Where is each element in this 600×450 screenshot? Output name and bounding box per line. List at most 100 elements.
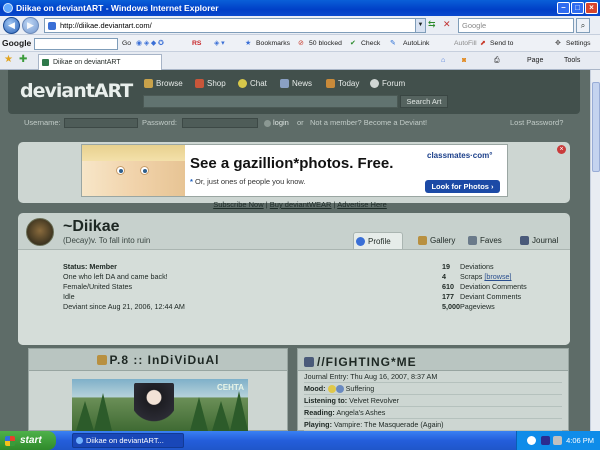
tray-app-icon[interactable] (541, 436, 550, 445)
go-arrows-icon[interactable]: ⇆ (428, 19, 436, 30)
shop-icon (195, 79, 204, 89)
add-favorites-icon[interactable]: ✚ (19, 54, 27, 65)
tab-journal[interactable]: Journal (518, 232, 558, 249)
back-button[interactable]: ◀ (3, 17, 20, 34)
vertical-scrollbar[interactable] (590, 70, 600, 431)
tab-profile[interactable]: Profile (353, 232, 403, 249)
toolbar-icons-2[interactable]: ◈ ▾ (214, 35, 225, 52)
advertise-link[interactable]: Advertise Here (337, 200, 387, 209)
autolink-button[interactable]: AutoLink (403, 35, 429, 52)
rs-button[interactable]: RS (192, 35, 201, 52)
print-icon[interactable]: ⎙ (494, 52, 500, 70)
maximize-button[interactable]: □ (571, 2, 584, 14)
username-field[interactable] (64, 118, 138, 128)
nav-browse[interactable]: Browse (144, 79, 183, 89)
deviantart-logo[interactable]: deviantART (20, 80, 133, 102)
autofill-button[interactable]: AutoFill (454, 35, 477, 52)
taskbar-item-ie[interactable]: Diikae on deviantART... (72, 433, 184, 448)
nav-shop[interactable]: Shop (195, 79, 226, 89)
page-menu[interactable]: Page (527, 52, 543, 70)
password-field[interactable] (182, 118, 258, 128)
address-bar[interactable]: http://diikae.deviantart.com/ (44, 18, 426, 33)
gallery-icon (418, 236, 427, 245)
search-input[interactable]: Google (458, 18, 574, 33)
forum-icon (370, 79, 379, 89)
ad-subtext: * Or, just ones of people you know. (190, 177, 306, 186)
settings-icon: ✥ (555, 40, 561, 47)
nav-forum[interactable]: Forum (370, 79, 405, 89)
nav-chat[interactable]: Chat (238, 79, 267, 89)
stat-scraps[interactable]: 4 Scraps [browse] (442, 272, 527, 282)
stop-icon[interactable]: ✕ (443, 19, 451, 30)
browse-scraps-link[interactable]: [browse] (484, 272, 511, 281)
feeds-icon[interactable]: ◙ (462, 52, 466, 70)
status-label: Status: (63, 262, 88, 271)
home-icon[interactable]: ⌂ (441, 52, 445, 70)
nav-news[interactable]: News (280, 79, 312, 89)
info-line: Deviant since Aug 21, 2006, 12:44 AM (63, 302, 185, 311)
site-header: deviantART Browse Shop Chat News Today F… (8, 70, 580, 114)
ad-headline: See a gazillion*photos. Free. (190, 155, 394, 172)
username-heading[interactable]: ~Diikae (63, 218, 119, 236)
tray-network-icon[interactable] (527, 436, 536, 445)
toolbar-icons[interactable]: ◉ ◈ ◆ ✪ (136, 35, 164, 52)
deviation-thumbnail[interactable]: CEHTA (72, 379, 248, 431)
popups-blocked-label[interactable]: 50 blocked (309, 35, 342, 52)
info-line: One who left DA and came back! (63, 272, 168, 281)
google-go-button[interactable]: Go (122, 35, 131, 52)
minimize-button[interactable]: – (557, 2, 570, 14)
favorites-star-icon[interactable]: ★ (4, 54, 13, 65)
window-titlebar: Diikae on deviantART - Windows Internet … (0, 0, 600, 16)
site-search-input[interactable] (143, 95, 398, 108)
spellcheck-icon: ✔ (350, 40, 356, 47)
lost-password-link[interactable]: Lost Password? (510, 116, 563, 130)
info-line: Idle (63, 292, 75, 301)
popup-blocker-icon: ⊘ (298, 40, 304, 47)
avatar[interactable] (26, 218, 54, 246)
news-icon (280, 79, 289, 89)
sendto-button[interactable]: Send to (490, 35, 513, 52)
stat-deviations[interactable]: 19 Deviations (442, 262, 527, 272)
tools-menu[interactable]: Tools (564, 52, 580, 70)
autolink-icon: ✎ (390, 40, 396, 47)
ad-photo (82, 145, 185, 196)
bookmarks-star-icon: ★ (245, 40, 252, 47)
volume-icon[interactable] (553, 436, 562, 445)
classmates-logo: classmates·com° (427, 151, 493, 160)
profile-body: Status: Member One who left DA and came … (18, 249, 570, 345)
google-search-input[interactable] (34, 38, 118, 50)
buy-deviantwear-link[interactable]: Buy deviantWEAR (270, 200, 332, 209)
subscribe-link[interactable]: Subscribe Now (213, 200, 263, 209)
ie-icon (3, 3, 13, 13)
become-deviant-link[interactable]: Not a member? Become a Deviant! (310, 116, 427, 130)
search-art-button[interactable]: Search Art (400, 95, 448, 108)
bookmarks-button[interactable]: Bookmarks (256, 35, 290, 52)
password-label: Password: (142, 118, 178, 127)
close-window-button[interactable]: × (585, 2, 598, 14)
clock[interactable]: 4:06 PM (566, 436, 594, 445)
tab-diikae[interactable]: Diikae on deviantART (38, 54, 162, 70)
tab-faves[interactable]: Faves (466, 232, 502, 249)
window-title: Diikae on deviantART - Windows Internet … (16, 3, 219, 13)
page-content: deviantART Browse Shop Chat News Today F… (0, 70, 600, 431)
address-dropdown-button[interactable]: ▼ (415, 18, 426, 33)
featured-deviation-box: P.8 :: InDiViDuAl CEHTA (28, 348, 288, 431)
link-separator: | (333, 200, 336, 209)
close-ad-icon[interactable]: × (557, 145, 566, 154)
address-row: ◀ ▶ http://diikae.deviantart.com/ ▼ ⇆ ✕ … (0, 16, 600, 35)
nav-today[interactable]: Today (326, 79, 359, 89)
faves-icon (468, 236, 477, 245)
deviation-title[interactable]: P.8 :: InDiViDuAl (29, 349, 287, 371)
look-for-photos-button[interactable]: Look for Photos › (425, 180, 500, 193)
settings-button[interactable]: Settings (566, 35, 591, 52)
ad-banner[interactable]: See a gazillion*photos. Free. * Or, just… (81, 144, 508, 197)
scrollbar-thumb[interactable] (592, 82, 600, 172)
login-button[interactable]: login (264, 116, 289, 130)
check-button[interactable]: Check (361, 35, 380, 52)
start-button[interactable]: start (0, 431, 56, 450)
tab-gallery[interactable]: Gallery (416, 232, 455, 249)
search-icon[interactable]: ⌕ (576, 18, 590, 33)
forward-button[interactable]: ▶ (22, 17, 39, 34)
journal-title[interactable]: //FIGHTING*ME (304, 351, 417, 373)
windows-logo-icon (5, 436, 15, 446)
